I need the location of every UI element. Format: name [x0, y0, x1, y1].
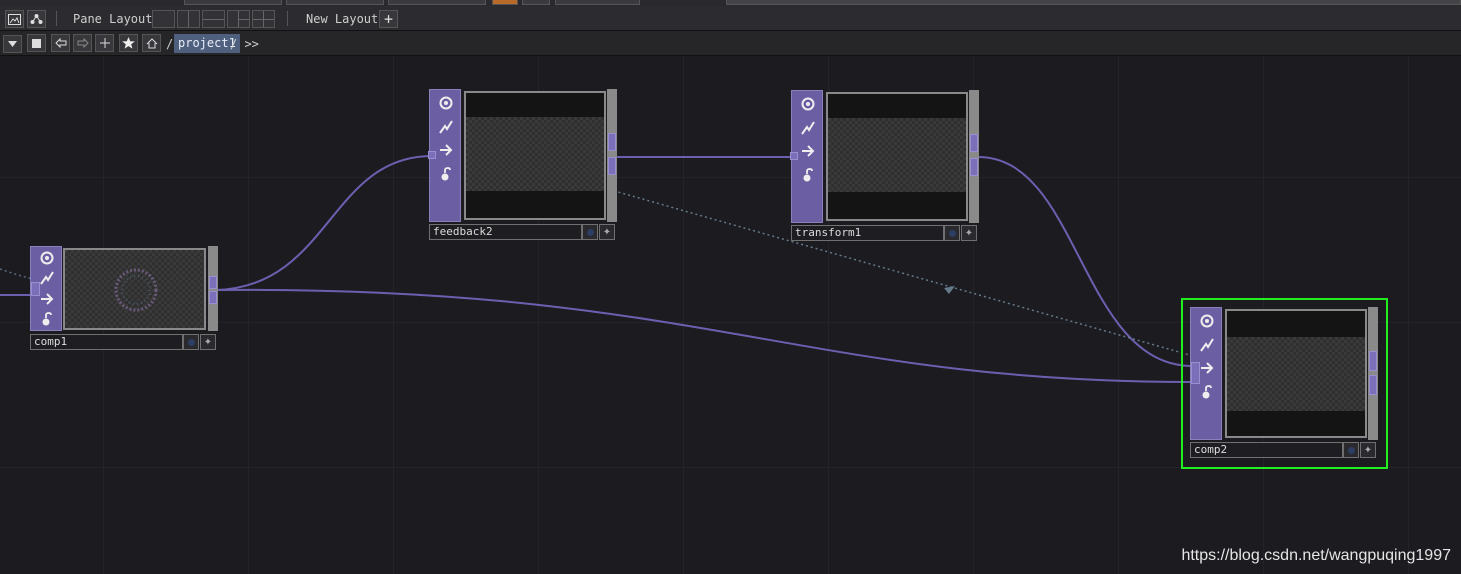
preview-particles [114, 268, 158, 312]
arrow-right-icon[interactable] [1199, 360, 1215, 376]
node-flag-button[interactable] [183, 334, 199, 350]
path-bar: / project1 / >> [0, 31, 1461, 56]
viewer-icon[interactable] [438, 95, 454, 111]
output-connector[interactable] [209, 276, 217, 289]
viewer-icon[interactable] [800, 96, 816, 112]
dropdown-icon[interactable] [3, 35, 22, 53]
viewer-icon[interactable] [39, 250, 55, 266]
stop-icon[interactable] [27, 34, 46, 52]
path-trail[interactable]: / >> [230, 37, 259, 51]
top-tab[interactable] [286, 0, 384, 5]
lock-icon[interactable] [438, 166, 454, 182]
preview-image [1227, 337, 1365, 411]
top-tab[interactable] [726, 0, 1461, 5]
node-flag-button[interactable] [1343, 442, 1359, 458]
input-connector[interactable] [31, 282, 40, 296]
node-name-label[interactable]: comp1 [30, 334, 183, 350]
top-tab[interactable] [388, 0, 486, 5]
layout-three-button[interactable] [227, 10, 250, 28]
layout-hsplit-button[interactable] [202, 10, 225, 28]
input-connector[interactable] [790, 152, 798, 160]
output-connector[interactable] [608, 157, 616, 175]
output-connector[interactable] [608, 133, 616, 151]
network-icon[interactable] [27, 10, 46, 28]
bypass-icon[interactable] [800, 120, 816, 136]
bypass-icon[interactable] [438, 119, 454, 135]
preview-image [466, 117, 604, 191]
arrow-right-icon[interactable] [39, 291, 55, 307]
output-connector[interactable] [1369, 375, 1377, 395]
node-name-label[interactable]: transform1 [791, 225, 944, 241]
node-flag-button[interactable] [582, 224, 598, 240]
node-preview [826, 92, 968, 221]
forward-icon[interactable] [73, 34, 92, 52]
add-icon[interactable] [95, 34, 114, 52]
output-strip [607, 89, 617, 222]
back-icon[interactable] [51, 34, 70, 52]
home-icon[interactable] [142, 34, 161, 52]
star-icon[interactable] [119, 34, 138, 52]
image-icon[interactable] [5, 10, 24, 28]
viewer-icon[interactable] [1199, 313, 1215, 329]
lock-icon[interactable] [39, 311, 55, 327]
output-connector[interactable] [209, 291, 217, 304]
node-preview [63, 248, 206, 330]
new-layout-label: New Layout [306, 12, 379, 26]
preview-image [828, 118, 966, 192]
pane-toolbar: Pane Layout New Layout + [0, 6, 1461, 31]
output-connector[interactable] [970, 158, 978, 176]
layout-single-button[interactable] [152, 10, 175, 28]
output-strip [969, 90, 979, 223]
node-transform1[interactable]: transform1 ✦ [790, 90, 980, 244]
input-connector[interactable] [428, 151, 436, 159]
node-add-icon[interactable]: ✦ [200, 334, 216, 350]
output-strip [1368, 307, 1378, 440]
top-tab[interactable] [184, 0, 282, 5]
lock-icon[interactable] [800, 167, 816, 183]
node-flag-button[interactable] [944, 225, 960, 241]
watermark-text: https://blog.csdn.net/wangpuqing1997 [1181, 547, 1451, 564]
top-tab[interactable] [555, 0, 640, 5]
node-comp2-selected[interactable]: comp2 ✦ [1181, 298, 1388, 469]
pane-layout-label: Pane Layout [73, 12, 153, 26]
arrow-right-icon[interactable] [800, 143, 816, 159]
path-root-separator: / [166, 37, 174, 51]
network-editor[interactable]: feedback2 ✦ transform1 ✦ comp1 ✦ comp2 ✦… [0, 56, 1461, 574]
layout-quad-button[interactable] [252, 10, 275, 28]
node-name-label[interactable]: comp2 [1190, 442, 1343, 458]
node-add-icon[interactable]: ✦ [599, 224, 615, 240]
divider [287, 11, 288, 26]
node-comp2[interactable]: comp2 ✦ [1190, 307, 1379, 461]
top-tab[interactable] [522, 0, 550, 5]
bypass-icon[interactable] [39, 270, 55, 286]
divider [56, 11, 57, 26]
bypass-icon[interactable] [1199, 337, 1215, 353]
arrow-right-icon[interactable] [438, 142, 454, 158]
node-comp1[interactable]: comp1 ✦ [30, 246, 219, 351]
node-add-icon[interactable]: ✦ [961, 225, 977, 241]
node-preview [464, 91, 606, 220]
node-name-label[interactable]: feedback2 [429, 224, 582, 240]
top-tab-active[interactable] [492, 0, 518, 5]
node-add-icon[interactable]: ✦ [1360, 442, 1376, 458]
new-layout-add-button[interactable]: + [379, 10, 398, 28]
output-connector[interactable] [1369, 351, 1377, 371]
lock-icon[interactable] [1199, 384, 1215, 400]
layout-vsplit-button[interactable] [177, 10, 200, 28]
output-connector[interactable] [970, 134, 978, 152]
node-preview [1225, 309, 1367, 438]
node-feedback2[interactable]: feedback2 ✦ [428, 89, 618, 243]
input-connector[interactable] [1191, 362, 1200, 384]
